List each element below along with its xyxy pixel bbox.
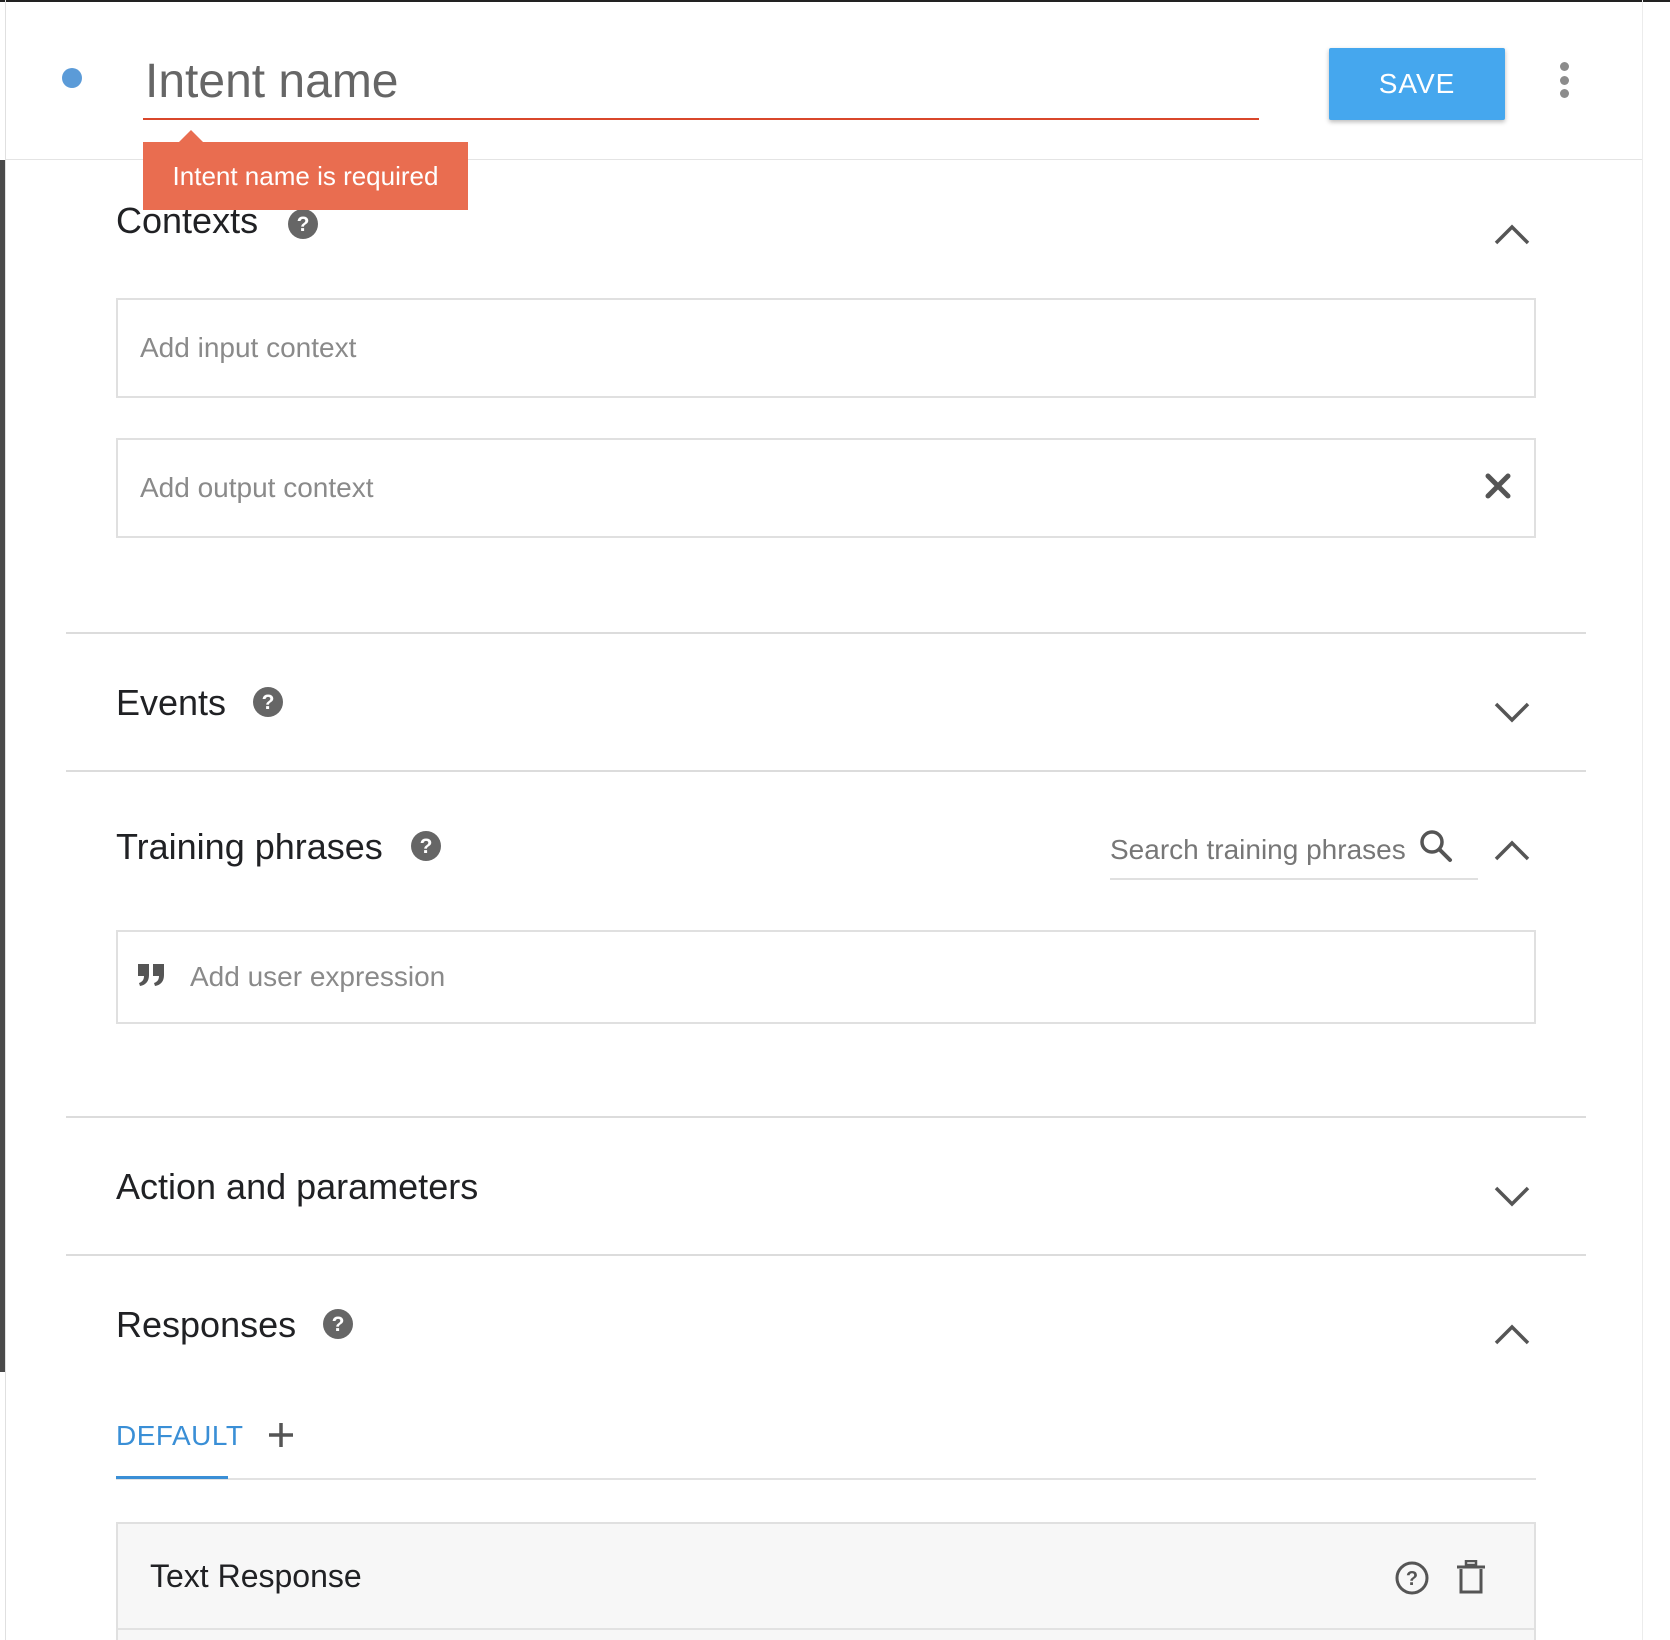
- tab-default[interactable]: DEFAULT: [116, 1420, 243, 1452]
- search-training-phrases-input[interactable]: [1110, 822, 1420, 878]
- section-divider: [66, 770, 1586, 772]
- delete-trash-icon[interactable]: [1456, 1560, 1486, 1596]
- right-edge-line: [1642, 0, 1643, 1640]
- text-response-separator: [118, 1628, 1534, 1630]
- training-phrases-collapse-chevron-up-icon[interactable]: [1492, 838, 1532, 862]
- search-icon[interactable]: [1418, 828, 1454, 864]
- intent-name-input[interactable]: [143, 44, 1259, 120]
- save-button[interactable]: SAVE: [1329, 48, 1505, 120]
- svg-text:?: ?: [1406, 1568, 1418, 1590]
- action-parameters-title: Action and parameters: [116, 1166, 479, 1207]
- svg-text:?: ?: [420, 835, 433, 858]
- responses-collapse-chevron-up-icon[interactable]: [1492, 1322, 1532, 1346]
- left-edge-line: [5, 0, 6, 1640]
- status-dot: [62, 68, 82, 88]
- events-title: Events: [116, 682, 227, 723]
- events-help-icon[interactable]: ?: [252, 686, 284, 718]
- quote-icon: [138, 964, 164, 986]
- svg-text:?: ?: [262, 691, 275, 714]
- error-tooltip: Intent name is required: [143, 130, 468, 210]
- clear-output-context-close-icon[interactable]: [1484, 472, 1512, 500]
- contexts-help-icon[interactable]: ?: [287, 208, 319, 240]
- text-response-help-icon[interactable]: ?: [1394, 1560, 1430, 1596]
- section-divider: [66, 632, 1586, 634]
- tab-default-underline: [116, 1476, 228, 1479]
- action-parameters-expand-chevron-down-icon[interactable]: [1492, 1184, 1532, 1208]
- training-phrases-help-icon[interactable]: ?: [410, 830, 442, 862]
- responses-help-icon[interactable]: ?: [322, 1308, 354, 1340]
- svg-text:?: ?: [332, 1313, 345, 1336]
- text-response-title: Text Response: [150, 1558, 362, 1594]
- section-divider: [66, 1116, 1586, 1118]
- text-response-card: Text Response ?: [116, 1522, 1536, 1640]
- add-user-expression-input[interactable]: [190, 932, 1510, 1022]
- output-context-field[interactable]: [116, 438, 1536, 538]
- response-tabs-bar: [116, 1478, 1536, 1480]
- user-expression-field[interactable]: [116, 930, 1536, 1024]
- training-phrases-title: Training phrases: [116, 826, 383, 867]
- svg-text:?: ?: [297, 213, 310, 236]
- section-divider: [66, 1254, 1586, 1256]
- training-phrases-search: [1110, 822, 1478, 880]
- more-options-icon[interactable]: [1554, 60, 1574, 100]
- add-language-tab-plus-icon[interactable]: [266, 1420, 296, 1450]
- input-context-field[interactable]: [116, 298, 1536, 398]
- responses-title: Responses: [116, 1304, 297, 1345]
- intent-header: SAVE: [6, 2, 1642, 160]
- events-expand-chevron-down-icon[interactable]: [1492, 700, 1532, 724]
- contexts-collapse-chevron-up-icon[interactable]: [1492, 222, 1532, 246]
